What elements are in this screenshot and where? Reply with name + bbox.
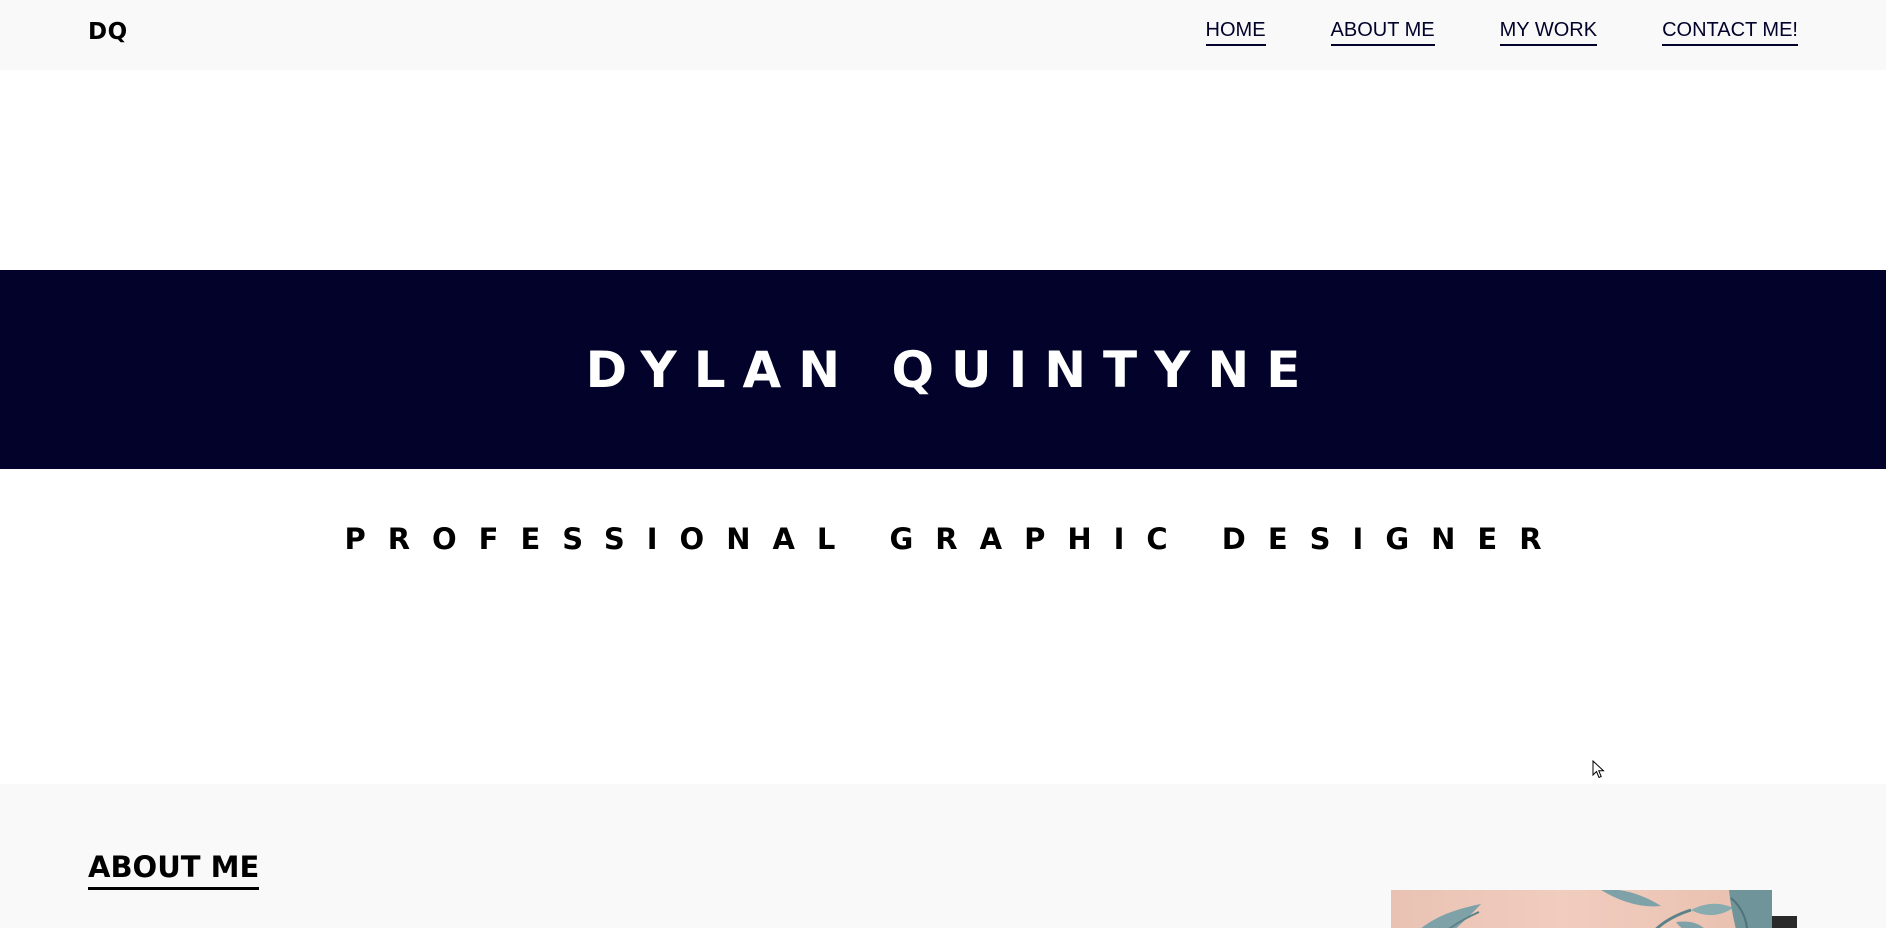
mouse-cursor-icon (1592, 760, 1605, 779)
hero-title: DYLAN QUINTYNE (585, 340, 1318, 399)
hero-subtitle: PROFESSIONAL GRAPHIC DESIGNER (344, 522, 1564, 556)
about-photo (1391, 890, 1772, 928)
about-section: ABOUT ME (0, 784, 1886, 928)
site-logo[interactable]: DQ (88, 19, 128, 45)
site-header: DQ HOME ABOUT ME MY WORK CONTACT ME! (0, 0, 1886, 70)
about-heading: ABOUT ME (88, 850, 260, 890)
leaf-illustration-icon (1421, 890, 1772, 928)
image-accent-block (1772, 916, 1797, 928)
nav-link-contact-me[interactable]: CONTACT ME! (1662, 18, 1798, 46)
nav-link-my-work[interactable]: MY WORK (1499, 18, 1598, 46)
hero-banner: DYLAN QUINTYNE (0, 270, 1886, 469)
main-nav: HOME ABOUT ME MY WORK CONTACT ME! (1205, 18, 1798, 46)
nav-link-home[interactable]: HOME (1205, 18, 1266, 46)
nav-link-about-me[interactable]: ABOUT ME (1330, 18, 1435, 46)
